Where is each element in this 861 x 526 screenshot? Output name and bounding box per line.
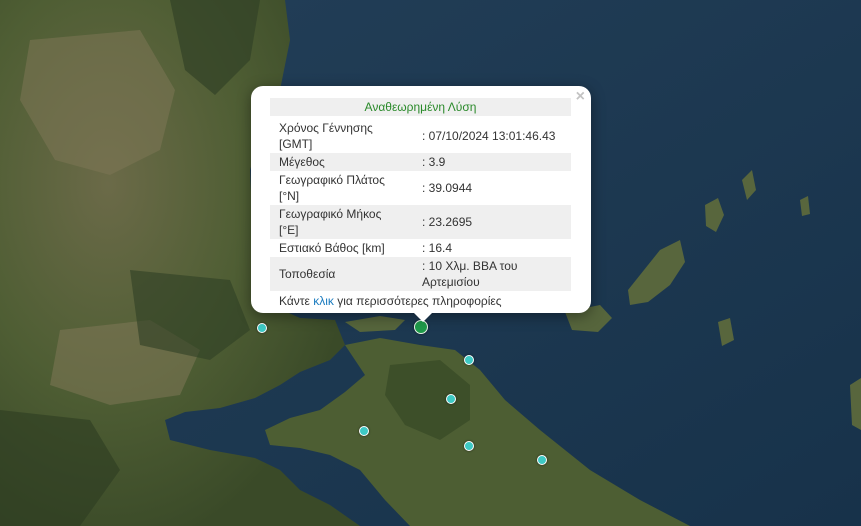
depth-label: Εστιακό Βάθος [km] [279,241,385,255]
popup-tip [413,312,433,322]
table-row: Τοποθεσία : 10 Χλμ. ΒΒΑ του Αρτεμισίου [270,257,571,291]
more-info-prefix: Κάντε [279,294,314,308]
magnitude-value: : 3.9 [413,153,571,171]
table-row: Χρόνος Γέννησης [GMT] : 07/10/2024 13:01… [270,119,571,153]
earthquake-marker[interactable] [257,323,267,333]
earthquake-marker[interactable] [464,355,474,365]
epicenter-marker[interactable] [414,320,428,334]
latitude-value: : 39.0944 [422,181,473,195]
earthquake-marker[interactable] [464,441,474,451]
more-info-link[interactable]: κλικ [313,294,334,308]
table-row: Γεωγραφικό Πλάτος [°N] : 39.0944 [270,171,571,205]
popup-content: Αναθεωρημένη Λύση Χρόνος Γέννησης [GMT] … [270,98,571,308]
earthquake-marker[interactable] [446,394,456,404]
more-info-text: Κάντε κλικ για περισσότερες πληροφορίες [270,294,571,308]
event-details-table: Χρόνος Γέννησης [GMT] : 07/10/2024 13:01… [270,119,571,291]
earthquake-marker[interactable] [537,455,547,465]
more-info-suffix: για περισσότερες πληροφορίες [333,294,502,308]
longitude-value: : 23.2695 [413,205,571,239]
magnitude-label: Μέγεθος [270,153,413,171]
longitude-label: Γεωγραφικό Μήκος [°E] [270,205,413,239]
table-row: Μέγεθος : 3.9 [270,153,571,171]
latitude-label: Γεωγραφικό Πλάτος [°N] [279,173,385,203]
depth-value: : 16.4 [422,241,453,255]
close-icon[interactable]: × [576,89,585,105]
table-row: Γεωγραφικό Μήκος [°E] : 23.2695 [270,205,571,239]
earthquake-marker[interactable] [359,426,369,436]
earthquake-info-popup: × Αναθεωρημένη Λύση Χρόνος Γέννησης [GMT… [251,86,591,313]
origin-time-value: : 07/10/2024 13:01:46.43 [422,129,556,143]
location-value: : 10 Χλμ. ΒΒΑ του Αρτεμισίου [413,257,571,291]
origin-time-label: Χρόνος Γέννησης [GMT] [279,121,373,151]
popup-title: Αναθεωρημένη Λύση [270,98,571,116]
location-label: Τοποθεσία [270,257,413,291]
table-row: Εστιακό Βάθος [km] : 16.4 [270,239,571,257]
